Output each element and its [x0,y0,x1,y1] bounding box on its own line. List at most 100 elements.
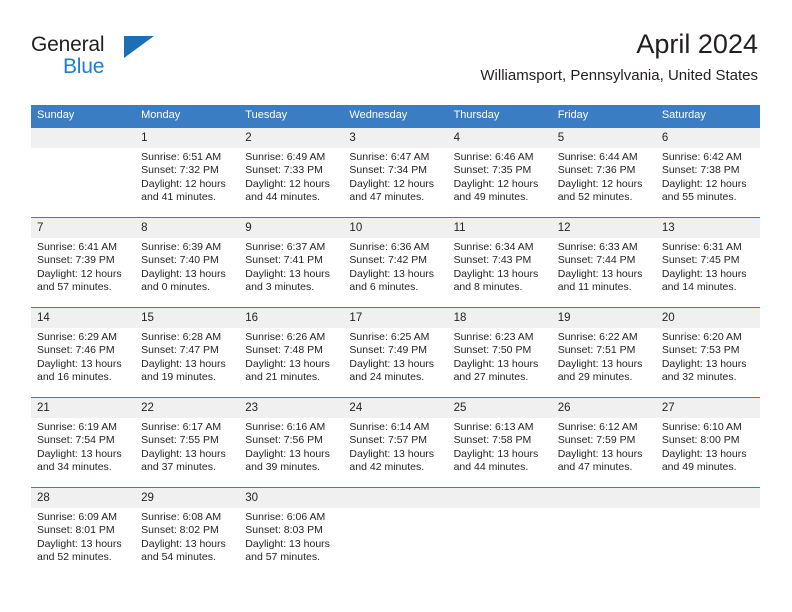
weekday-header-row: Sunday Monday Tuesday Wednesday Thursday… [31,105,760,128]
calendar-day-cell[interactable] [343,487,448,577]
sunrise-text: Sunrise: 6:39 AM [141,241,222,253]
daylight-text-line1: Daylight: 13 hours [37,447,122,460]
general-blue-logo[interactable]: General Blue [31,34,171,80]
calendar-day-cell[interactable]: 17 Sunrise: 6:25 AM Sunset: 7:49 PM Dayl… [343,307,448,398]
calendar-day-cell[interactable]: 11 Sunrise: 6:34 AM Sunset: 7:43 PM Dayl… [447,217,552,308]
calendar-day-cell[interactable]: 12 Sunrise: 6:33 AM Sunset: 7:44 PM Dayl… [551,217,656,308]
calendar-day-cell[interactable]: 27 Sunrise: 6:10 AM Sunset: 8:00 PM Dayl… [655,397,760,488]
sunrise-text: Sunrise: 6:17 AM [141,421,222,433]
calendar-day-cell[interactable]: 26 Sunrise: 6:12 AM Sunset: 7:59 PM Dayl… [551,397,656,488]
sunset-text: Sunset: 7:47 PM [141,344,219,357]
calendar-day-cell[interactable]: 30 Sunrise: 6:06 AM Sunset: 8:03 PM Dayl… [239,487,344,577]
day-details: Sunrise: 6:29 AM Sunset: 7:46 PM Dayligh… [31,328,135,385]
sunset-text: Sunset: 7:39 PM [37,254,115,267]
daylight-text-line2: and 16 minutes. [37,371,112,384]
calendar-day-cell[interactable] [551,487,656,577]
daylight-text-line2: and 49 minutes. [453,191,529,204]
title-block: April 2024 Williamsport, Pennsylvania, U… [480,28,758,86]
sunrise-text: Sunrise: 6:34 AM [453,241,534,253]
sunrise-text: Sunrise: 6:20 AM [661,331,742,343]
calendar-week-row: 7 Sunrise: 6:41 AM Sunset: 7:39 PM Dayli… [31,217,760,308]
calendar-day-cell[interactable]: 7 Sunrise: 6:41 AM Sunset: 7:39 PM Dayli… [31,217,136,308]
calendar-day-cell[interactable]: 5 Sunrise: 6:44 AM Sunset: 7:36 PM Dayli… [551,127,656,218]
logo-text-blue: Blue [63,55,105,78]
calendar-day-cell[interactable]: 14 Sunrise: 6:29 AM Sunset: 7:46 PM Dayl… [31,307,136,398]
calendar-day-cell[interactable]: 16 Sunrise: 6:26 AM Sunset: 7:48 PM Dayl… [239,307,344,398]
day-details: Sunrise: 6:41 AM Sunset: 7:39 PM Dayligh… [31,238,135,295]
calendar-day-cell[interactable] [31,127,136,218]
daylight-text-line1: Daylight: 13 hours [453,447,539,460]
sunset-text: Sunset: 7:42 PM [349,254,428,267]
calendar-day-cell[interactable]: 28 Sunrise: 6:09 AM Sunset: 8:01 PM Dayl… [31,487,136,577]
day-details: Sunrise: 6:26 AM Sunset: 7:48 PM Dayligh… [239,328,343,385]
calendar-day-cell[interactable]: 20 Sunrise: 6:20 AM Sunset: 7:53 PM Dayl… [655,307,760,398]
day-number: 21 [31,398,136,418]
calendar-page: General Blue April 2024 Williamsport, Pe… [0,0,792,612]
day-number [551,488,656,508]
calendar-day-cell[interactable] [447,487,552,577]
day-number: 30 [239,488,344,508]
sunrise-text: Sunrise: 6:19 AM [37,421,117,433]
day-number: 25 [447,398,552,418]
calendar-day-cell[interactable]: 8 Sunrise: 6:39 AM Sunset: 7:40 PM Dayli… [135,217,240,308]
daylight-text-line1: Daylight: 13 hours [557,267,643,280]
calendar-day-cell[interactable]: 6 Sunrise: 6:42 AM Sunset: 7:38 PM Dayli… [655,127,760,218]
day-details: Sunrise: 6:33 AM Sunset: 7:44 PM Dayligh… [552,238,656,295]
calendar-day-cell[interactable]: 9 Sunrise: 6:37 AM Sunset: 7:41 PM Dayli… [239,217,344,308]
day-details: Sunrise: 6:37 AM Sunset: 7:41 PM Dayligh… [239,238,343,295]
calendar-day-cell[interactable]: 13 Sunrise: 6:31 AM Sunset: 7:45 PM Dayl… [655,217,760,308]
daylight-text-line1: Daylight: 13 hours [37,357,122,370]
calendar-day-cell[interactable]: 18 Sunrise: 6:23 AM Sunset: 7:50 PM Dayl… [447,307,552,398]
sunrise-text: Sunrise: 6:22 AM [557,331,638,343]
sunrise-text: Sunrise: 6:42 AM [661,151,742,163]
sunset-text: Sunset: 7:32 PM [141,164,219,177]
calendar-day-cell[interactable]: 22 Sunrise: 6:17 AM Sunset: 7:55 PM Dayl… [135,397,240,488]
daylight-text-line2: and 47 minutes. [557,461,633,474]
calendar-grid: Sunday Monday Tuesday Wednesday Thursday… [31,105,760,577]
daylight-text-line2: and 19 minutes. [141,371,216,384]
daylight-text-line2: and 34 minutes. [37,461,112,474]
daylight-text-line1: Daylight: 13 hours [141,267,226,280]
sunset-text: Sunset: 7:55 PM [141,434,219,447]
daylight-text-line1: Daylight: 12 hours [453,177,539,190]
calendar-day-cell[interactable]: 25 Sunrise: 6:13 AM Sunset: 7:58 PM Dayl… [447,397,552,488]
calendar-day-cell[interactable]: 24 Sunrise: 6:14 AM Sunset: 7:57 PM Dayl… [343,397,448,488]
calendar-day-cell[interactable]: 19 Sunrise: 6:22 AM Sunset: 7:51 PM Dayl… [551,307,656,398]
calendar-body: 1 Sunrise: 6:51 AM Sunset: 7:32 PM Dayli… [31,127,760,577]
weekday-header-monday: Monday [135,105,240,128]
sunrise-text: Sunrise: 6:26 AM [245,331,326,343]
day-details: Sunrise: 6:42 AM Sunset: 7:38 PM Dayligh… [656,148,760,205]
calendar-day-cell[interactable]: 4 Sunrise: 6:46 AM Sunset: 7:35 PM Dayli… [447,127,552,218]
calendar-day-cell[interactable]: 3 Sunrise: 6:47 AM Sunset: 7:34 PM Dayli… [343,127,448,218]
calendar-day-cell[interactable]: 10 Sunrise: 6:36 AM Sunset: 7:42 PM Dayl… [343,217,448,308]
sunset-text: Sunset: 7:34 PM [349,164,428,177]
day-number: 6 [655,128,760,148]
calendar-day-cell[interactable]: 21 Sunrise: 6:19 AM Sunset: 7:54 PM Dayl… [31,397,136,488]
calendar-day-cell[interactable]: 1 Sunrise: 6:51 AM Sunset: 7:32 PM Dayli… [135,127,240,218]
daylight-text-line2: and 44 minutes. [453,461,529,474]
daylight-text-line2: and 8 minutes. [453,281,523,294]
day-details: Sunrise: 6:44 AM Sunset: 7:36 PM Dayligh… [552,148,656,205]
calendar-day-cell[interactable]: 2 Sunrise: 6:49 AM Sunset: 7:33 PM Dayli… [239,127,344,218]
day-number [343,488,448,508]
calendar-day-cell[interactable] [655,487,760,577]
daylight-text-line1: Daylight: 13 hours [661,447,747,460]
sunset-text: Sunset: 7:43 PM [453,254,532,267]
sunrise-text: Sunrise: 6:28 AM [141,331,222,343]
day-number: 8 [135,218,240,238]
weekday-header-friday: Friday [551,105,656,128]
calendar-day-cell[interactable]: 15 Sunrise: 6:28 AM Sunset: 7:47 PM Dayl… [135,307,240,398]
sunrise-text: Sunrise: 6:09 AM [37,511,117,523]
sunset-text: Sunset: 7:51 PM [557,344,636,357]
sunrise-text: Sunrise: 6:46 AM [453,151,534,163]
calendar-day-cell[interactable]: 23 Sunrise: 6:16 AM Sunset: 7:56 PM Dayl… [239,397,344,488]
sunset-text: Sunset: 7:58 PM [453,434,532,447]
daylight-text-line2: and 27 minutes. [453,371,529,384]
sunset-text: Sunset: 8:02 PM [141,524,219,537]
sunrise-text: Sunrise: 6:47 AM [349,151,430,163]
daylight-text-line1: Daylight: 13 hours [245,537,330,550]
daylight-text-line1: Daylight: 13 hours [661,357,747,370]
sunset-text: Sunset: 8:03 PM [245,524,323,537]
calendar-day-cell[interactable]: 29 Sunrise: 6:08 AM Sunset: 8:02 PM Dayl… [135,487,240,577]
daylight-text-line2: and 52 minutes. [37,551,112,564]
